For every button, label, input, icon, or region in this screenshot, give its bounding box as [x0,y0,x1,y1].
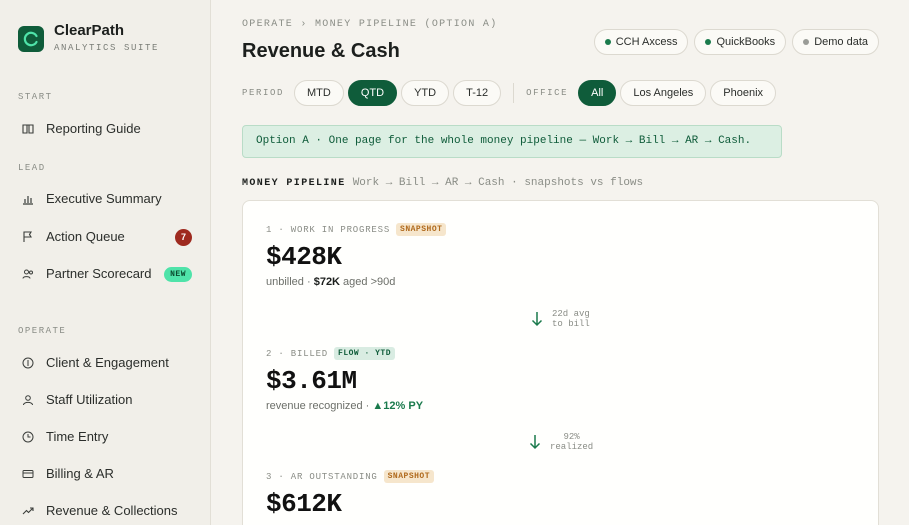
note-highlight: $72K [313,276,340,288]
brand[interactable]: ClearPath ANALYTICS SUITE [18,22,160,53]
book-icon [22,123,34,135]
arrow-down-icon [529,435,541,450]
stage-billed: 2 · BILLED FLOW · YTD $3.61M revenue rec… [266,347,423,412]
sidebar-item-executive-summary[interactable]: Executive Summary [22,190,192,208]
clearpath-logo-icon [18,25,44,52]
stage-ar-outstanding: 3 · AR OUTSTANDING SNAPSHOT $612K [266,470,435,519]
sidebar-item-billing-ar[interactable]: Billing & AR [22,465,192,483]
section-label-lead: LEAD [18,163,46,173]
period-chip-t12[interactable]: T-12 [453,80,502,106]
stage-value: $612K [266,489,342,519]
office-chip-all[interactable]: All [578,80,617,106]
integration-status-bar: CCH Axcess QuickBooks Demo data [593,29,879,55]
office-chip-los-angeles[interactable]: Los Angeles [620,80,707,106]
sidebar-item-partner-scorecard[interactable]: Partner Scorecard NEW [22,265,192,283]
period-chip-ytd[interactable]: YTD [401,80,450,106]
sidebar-item-label: Executive Summary [46,191,162,206]
page-title: Revenue & Cash [242,40,400,62]
option-banner: Option A · One page for the whole money … [242,125,782,158]
status-dot-icon [604,39,611,45]
snapshot-tag: SNAPSHOT [396,223,447,236]
pipeline-title: MONEY PIPELINE [242,178,346,189]
trend-up-indicator: ▲12% PY [372,400,424,412]
sidebar-item-client-engagement[interactable]: Client & Engagement [22,354,192,372]
flow-tag: FLOW · YTD [334,347,396,360]
transition-wip-to-billed: 22d avg to bill [531,309,590,329]
sidebar-item-time-entry[interactable]: Time Entry [22,428,192,446]
users-icon [22,268,34,280]
section-label-operate: OPERATE [18,326,67,336]
clock-icon [22,431,34,443]
integration-label: QuickBooks [716,36,776,48]
period-filter-label: PERIOD [242,88,285,98]
integration-label: Demo data [814,36,868,48]
status-dot-icon [803,39,810,45]
sidebar-item-label: Client & Engagement [46,355,169,370]
filter-bar: PERIOD MTD QTD YTD T-12 OFFICE All Los A… [242,80,780,106]
card-icon [22,468,34,480]
transition-metric: 92% [563,432,580,442]
sidebar-item-revenue-collections[interactable]: Revenue & Collections [22,502,192,520]
pipeline-subtitle: Work → Bill → AR → Cash · snapshots vs f… [352,177,644,189]
section-label-start: START [18,92,53,102]
dollar-circle-icon [22,357,34,369]
action-queue-count-badge: 7 [175,228,192,246]
sidebar-item-label: Reporting Guide [46,121,141,136]
sidebar-item-label: Partner Scorecard [46,266,152,281]
sidebar: ClearPath ANALYTICS SUITE START Reportin… [0,0,211,525]
sidebar-item-reporting-guide[interactable]: Reporting Guide [22,120,192,138]
sidebar-item-label: Time Entry [46,429,109,444]
integration-pill-demo-data[interactable]: Demo data [792,29,879,55]
note-text: aged >90d [340,276,396,288]
user-icon [22,394,34,406]
stage-label: 1 · WORK IN PROGRESS [266,224,391,235]
arrow-down-icon [531,312,543,327]
brand-subtitle: ANALYTICS SUITE [54,43,160,53]
bar-chart-icon [22,193,34,205]
transition-metric: 22d avg [552,309,590,319]
sidebar-item-label: Billing & AR [46,466,114,481]
office-chip-phoenix[interactable]: Phoenix [710,80,777,106]
period-chip-qtd[interactable]: QTD [347,80,398,106]
trend-icon [22,505,34,517]
sidebar-item-staff-utilization[interactable]: Staff Utilization [22,391,192,409]
stage-value: $3.61M [266,366,357,396]
integration-pill-quickbooks[interactable]: QuickBooks [694,29,787,55]
office-filter-label: OFFICE [526,88,569,98]
filter-divider [513,83,515,103]
note-text: revenue recognized · [266,400,373,412]
pipeline-card: 1 · WORK IN PROGRESS SNAPSHOT $428K unbi… [242,200,879,525]
flag-icon [22,231,34,243]
period-chip-mtd[interactable]: MTD [294,80,344,106]
stage-label: 3 · AR OUTSTANDING [266,471,378,482]
sidebar-item-action-queue[interactable]: Action Queue 7 [22,228,192,246]
stage-label: 2 · BILLED [266,348,329,359]
transition-billed-to-ar: 92% realized [529,432,593,452]
stage-note: revenue recognized · ▲12% PY [266,400,423,412]
stage-value: $428K [266,242,342,272]
stage-wip: 1 · WORK IN PROGRESS SNAPSHOT $428K unbi… [266,223,447,288]
sidebar-item-label: Action Queue [46,229,125,244]
note-text: unbilled · [266,276,314,288]
breadcrumb: OPERATE › MONEY PIPELINE (OPTION A) [242,19,498,30]
stage-note: unbilled · $72K aged >90d [266,276,446,288]
transition-caption: realized [550,442,594,452]
snapshot-tag: SNAPSHOT [383,470,435,483]
new-badge: NEW [164,266,192,282]
transition-caption: to bill [552,319,590,329]
sidebar-item-label: Revenue & Collections [46,503,178,518]
integration-label: CCH Axcess [615,36,678,48]
status-dot-icon [705,39,712,45]
brand-name: ClearPath [54,22,125,39]
sidebar-item-label: Staff Utilization [46,392,133,407]
pipeline-header: MONEY PIPELINE Work → Bill → AR → Cash ·… [242,176,643,189]
integration-pill-cch-axcess[interactable]: CCH Axcess [593,29,689,55]
